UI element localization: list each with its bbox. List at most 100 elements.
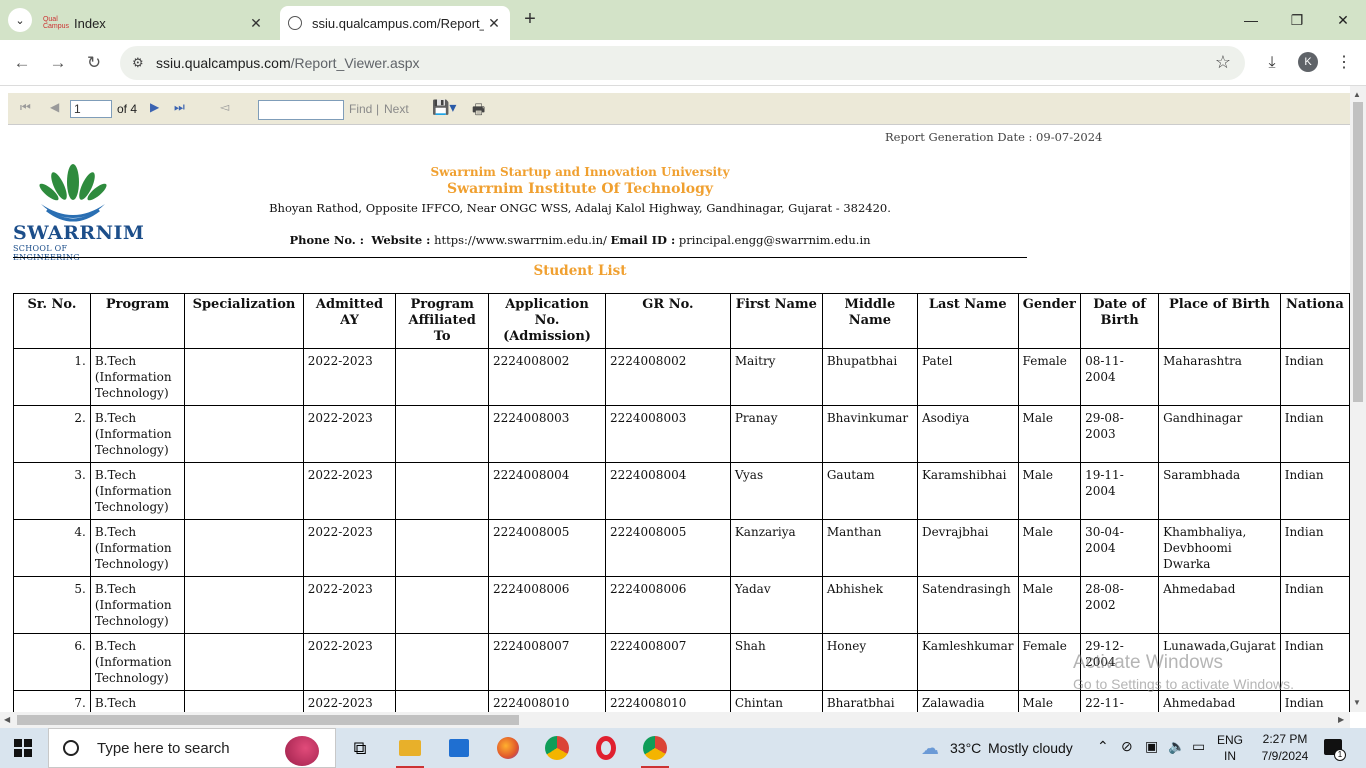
column-header: GR No. bbox=[605, 293, 731, 349]
address-bar[interactable]: ⚙ ssiu.qualcampus.com/Report_Viewer.aspx… bbox=[120, 46, 1245, 80]
close-icon[interactable]: ✕ bbox=[484, 15, 504, 32]
new-tab-button[interactable]: + bbox=[518, 8, 542, 32]
chevron-up-icon[interactable]: ⌃ bbox=[1097, 738, 1109, 755]
back-to-parent-icon[interactable]: ◅ bbox=[220, 100, 229, 114]
avatar[interactable]: K bbox=[1298, 52, 1318, 72]
table-cell: Indian bbox=[1279, 519, 1350, 577]
taskbar-search[interactable]: Type here to search bbox=[48, 728, 336, 768]
print-icon[interactable]: 🖶 bbox=[472, 99, 485, 123]
firefox-icon[interactable] bbox=[488, 732, 528, 764]
export-icon[interactable]: 💾▾ bbox=[432, 99, 456, 116]
previous-page-icon[interactable]: ◀ bbox=[50, 100, 59, 114]
windows-start-icon[interactable] bbox=[14, 739, 32, 757]
chrome-profile-icon[interactable] bbox=[635, 732, 675, 768]
scrollbar-thumb[interactable] bbox=[17, 715, 519, 725]
weather-temp[interactable]: 33°C bbox=[950, 740, 981, 756]
table-cell: B.Tech (Information Technology) bbox=[89, 576, 186, 634]
table-cell: 1. bbox=[13, 348, 91, 406]
tab-index[interactable]: Qual Campus Index ✕ bbox=[40, 6, 272, 40]
display-icon[interactable]: ▭ bbox=[1192, 738, 1205, 755]
url-host: ssiu.qualcampus.com bbox=[156, 55, 291, 71]
first-page-icon[interactable]: ⏮ bbox=[20, 100, 31, 115]
clock-date[interactable]: 7/9/2024 bbox=[1252, 749, 1318, 763]
clock-time[interactable]: 2:27 PM bbox=[1252, 732, 1318, 746]
table-cell: Ahmedabad bbox=[1158, 690, 1281, 712]
table-cell: 2224008007 bbox=[488, 633, 606, 691]
table-cell: B.Tech (Information Technology) bbox=[89, 633, 186, 691]
horizontal-scrollbar[interactable]: ◀ ▶ bbox=[0, 712, 1350, 728]
table-cell: 2022-2023 bbox=[302, 633, 397, 691]
table-cell: Shah bbox=[729, 633, 823, 691]
table-cell: Honey bbox=[821, 633, 918, 691]
table-cell: 4. bbox=[13, 519, 91, 577]
task-view-icon[interactable]: ⧉ bbox=[340, 732, 380, 764]
table-cell: Ahmedabad bbox=[1158, 576, 1281, 634]
site-info-icon[interactable]: ⚙ bbox=[132, 55, 152, 71]
weather-desc[interactable]: Mostly cloudy bbox=[988, 740, 1073, 756]
scroll-left-icon[interactable]: ◀ bbox=[4, 715, 10, 724]
table-cell: Male bbox=[1017, 462, 1082, 520]
scroll-right-icon[interactable]: ▶ bbox=[1338, 715, 1344, 724]
page-number-input[interactable]: 1 bbox=[70, 100, 112, 118]
tab-strip: ⌄ Qual Campus Index ✕ ssiu.qualcampus.co… bbox=[0, 0, 1366, 40]
table-cell: 30-04-2004 bbox=[1080, 519, 1160, 577]
vertical-scrollbar[interactable]: ▲ ▼ bbox=[1350, 86, 1366, 712]
search-icon bbox=[63, 740, 79, 756]
menu-kebab-icon[interactable]: ⋮ bbox=[1332, 51, 1356, 75]
reload-button[interactable]: ↻ bbox=[82, 51, 106, 75]
table-cell: Abhishek bbox=[821, 576, 918, 634]
table-cell: Asodiya bbox=[916, 405, 1019, 463]
header-divider bbox=[13, 257, 1027, 258]
table-cell: Kanzariya bbox=[729, 519, 823, 577]
globe-icon bbox=[288, 16, 302, 30]
institute-name: Swarrnim Institute Of Technology bbox=[446, 181, 714, 197]
scrollbar-thumb[interactable] bbox=[1353, 102, 1363, 402]
close-icon[interactable]: ✕ bbox=[246, 15, 266, 32]
find-input[interactable] bbox=[258, 100, 344, 120]
tab-search-button[interactable]: ⌄ bbox=[8, 8, 32, 32]
table-row: 1. B.Tech (Information Technology) 2022-20… bbox=[13, 348, 1350, 406]
table-cell: Gautam bbox=[821, 462, 918, 520]
scroll-down-icon[interactable]: ▼ bbox=[1353, 698, 1361, 707]
download-icon[interactable]: ⤓ bbox=[1260, 51, 1284, 75]
tab-report-viewer[interactable]: ssiu.qualcampus.com/Report_V ✕ bbox=[280, 6, 510, 40]
opera-icon[interactable] bbox=[586, 732, 626, 764]
network-off-icon[interactable]: ⊘ bbox=[1121, 738, 1133, 755]
table-cell: Karamshibhai bbox=[916, 462, 1019, 520]
chrome-icon[interactable] bbox=[537, 732, 577, 764]
table-cell: Female bbox=[1017, 633, 1082, 691]
watermark-title: Activate Windows bbox=[1073, 652, 1223, 673]
close-window-button[interactable]: ✕ bbox=[1320, 8, 1366, 32]
table-cell bbox=[395, 405, 490, 463]
file-explorer-icon[interactable] bbox=[390, 732, 430, 768]
next-page-icon[interactable]: ▶ bbox=[150, 100, 159, 114]
website-label: Website : bbox=[371, 233, 431, 247]
university-name: Swarrnim Startup and Innovation Universi… bbox=[430, 165, 730, 179]
table-row: 5. B.Tech (Information Technology) 2022-20… bbox=[13, 576, 1350, 634]
arrow-right-icon: → bbox=[49, 53, 67, 72]
minimize-button[interactable]: — bbox=[1228, 8, 1274, 32]
restore-button[interactable]: ❐ bbox=[1274, 8, 1320, 32]
table-cell: 19-11-2004 bbox=[1080, 462, 1160, 520]
column-header: Gender bbox=[1017, 293, 1082, 349]
find-next-link[interactable]: Next bbox=[384, 102, 409, 116]
table-cell bbox=[395, 633, 490, 691]
table-cell: Female bbox=[1017, 348, 1082, 406]
find-link[interactable]: Find bbox=[349, 102, 372, 116]
volume-icon[interactable]: 🔈 bbox=[1168, 738, 1185, 755]
table-cell: Maharashtra bbox=[1158, 348, 1281, 406]
weather-cloud-icon[interactable]: ☁ bbox=[910, 732, 950, 764]
table-header-row: Sr. No. Program Specialization Admitted … bbox=[13, 293, 1350, 349]
table-cell: 2224008010 bbox=[488, 690, 606, 712]
forward-button[interactable]: → bbox=[46, 51, 70, 75]
report-title: Student List bbox=[533, 263, 627, 279]
region-indicator[interactable]: IN bbox=[1216, 749, 1244, 763]
back-button[interactable]: ← bbox=[10, 51, 34, 75]
last-page-icon[interactable]: ⏭ bbox=[174, 100, 185, 115]
language-indicator[interactable]: ENG bbox=[1216, 733, 1244, 747]
bookmark-star-icon[interactable]: ☆ bbox=[1215, 52, 1231, 73]
scroll-up-icon[interactable]: ▲ bbox=[1353, 90, 1361, 99]
store-icon[interactable] bbox=[439, 732, 479, 764]
meet-icon[interactable]: ▣ bbox=[1145, 738, 1158, 755]
table-cell: B.Tech (Information Technology) bbox=[89, 348, 186, 406]
